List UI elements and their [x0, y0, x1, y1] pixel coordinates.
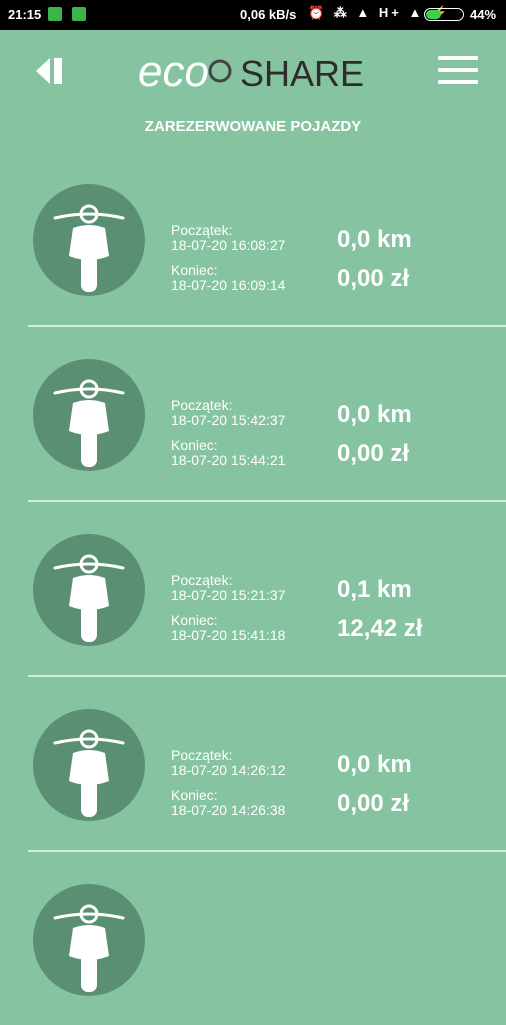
back-icon — [36, 58, 62, 84]
price-value: 0,00 zł — [337, 440, 410, 467]
start-label: Początek: — [171, 222, 233, 238]
list-item[interactable]: Początek: 18-07-20 15:21:37 Koniec: 18-0… — [0, 500, 506, 677]
end-label: Koniec: — [171, 437, 218, 453]
start-time: 18-07-20 14:26:12 — [171, 762, 286, 778]
start-label: Początek: — [171, 397, 233, 413]
scooter-icon — [53, 904, 125, 992]
start-time: 18-07-20 16:08:27 — [171, 237, 286, 253]
distance-value: 0,0 km — [337, 226, 412, 253]
reservation-times: Początek: 18-07-20 14:26:12 Koniec: 18-0… — [171, 748, 285, 818]
vehicle-avatar — [33, 184, 145, 296]
reservation-values: 0,0 km 0,00 zł — [337, 226, 412, 293]
scooter-icon — [53, 554, 125, 642]
start-time: 18-07-20 15:42:37 — [171, 412, 286, 428]
list-item[interactable]: Początek: 18-07-20 15:42:37 Koniec: 18-0… — [0, 325, 506, 502]
back-button[interactable] — [32, 52, 70, 90]
distance-value: 0,0 km — [337, 401, 412, 428]
vehicle-avatar — [33, 359, 145, 471]
list-item[interactable]: Początek: 18-07-20 14:26:12 Koniec: 18-0… — [0, 675, 506, 852]
distance-value: 0,0 km — [337, 751, 412, 778]
end-label: Koniec: — [171, 612, 218, 628]
vehicle-avatar — [33, 709, 145, 821]
price-value: 0,00 zł — [337, 265, 410, 292]
reservation-values: 0,0 km 0,00 zł — [337, 401, 412, 468]
network-speed: 0,06 kB/s — [240, 7, 297, 22]
reservation-times: Początek: 18-07-20 15:21:37 Koniec: 18-0… — [171, 573, 285, 643]
start-time: 18-07-20 15:21:37 — [171, 587, 286, 603]
vehicle-avatar — [33, 884, 145, 996]
vehicle-avatar — [33, 534, 145, 646]
menu-icon-bar — [438, 68, 478, 72]
scooter-icon — [53, 204, 125, 292]
end-label: Koniec: — [171, 787, 218, 803]
reservation-times: Początek: 18-07-20 16:08:27 Koniec: 18-0… — [171, 223, 285, 293]
reservation-times: Początek: 18-07-20 15:42:37 Koniec: 18-0… — [171, 398, 285, 468]
page-title: ZAREZERWOWANE POJAZDY — [144, 118, 362, 135]
logo-share-text: SHARE — [240, 53, 364, 94]
status-bar: 21:15 0,06 kB/s ⏰ ⁂ ▲ H+ ▲ ⚡ 44% — [0, 0, 506, 30]
start-label: Początek: — [171, 572, 233, 588]
list-item[interactable] — [0, 850, 506, 1025]
reservation-values: 0,0 km 0,00 zł — [337, 751, 412, 818]
network-type: H+ — [378, 5, 402, 20]
battery-icon — [424, 8, 464, 21]
status-time: 21:15 — [8, 7, 42, 22]
end-time: 18-07-20 15:44:21 — [171, 452, 286, 468]
end-label: Koniec: — [171, 262, 218, 278]
end-time: 18-07-20 16:09:14 — [171, 277, 286, 293]
logo-swirl-icon — [208, 59, 232, 83]
scooter-icon — [53, 379, 125, 467]
phone-icon — [48, 7, 62, 21]
price-value: 0,00 zł — [337, 790, 410, 817]
list-item[interactable]: Początek: 18-07-20 16:08:27 Koniec: 18-0… — [0, 150, 506, 327]
end-time: 18-07-20 15:41:18 — [171, 627, 286, 643]
menu-icon-bar — [438, 56, 478, 60]
start-label: Początek: — [171, 747, 233, 763]
reservation-values: 0,1 km 12,42 zł — [337, 576, 422, 643]
ecoshare-logo: eco SHARE — [136, 47, 372, 96]
app-notification-icon — [72, 7, 86, 21]
distance-value: 0,1 km — [337, 576, 412, 603]
end-time: 18-07-20 14:26:38 — [171, 802, 286, 818]
menu-icon-bar — [438, 80, 478, 84]
battery-percent: 44% — [470, 7, 497, 22]
logo-eco-text: eco — [138, 48, 209, 94]
scooter-icon — [53, 729, 125, 817]
price-value: 12,42 zł — [337, 615, 423, 642]
menu-button[interactable] — [438, 56, 478, 86]
battery-fill — [426, 10, 442, 19]
